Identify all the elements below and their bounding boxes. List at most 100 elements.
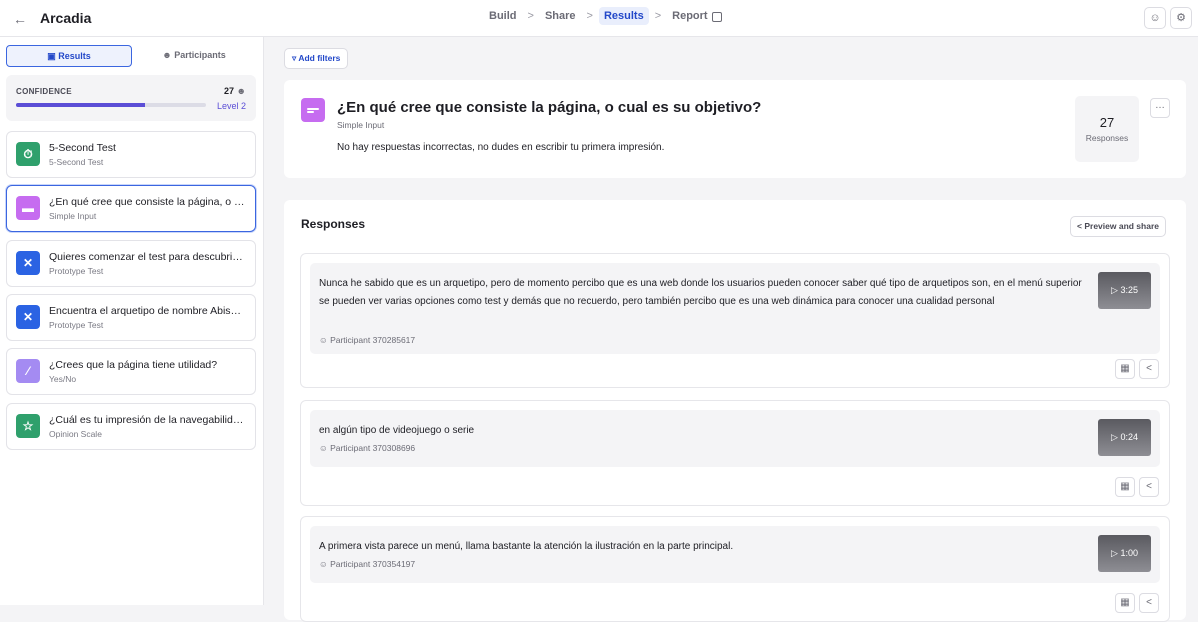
sidebar-item-subtitle: Opinion Scale — [49, 429, 102, 439]
top-bar: ← Arcadia Build > Share > Results > Repo… — [0, 0, 1198, 37]
tab-participants[interactable]: ☻ Participants — [132, 45, 256, 67]
sidebar-item-title: ¿Cuál es tu impresión de la navegabilida… — [49, 414, 245, 426]
more-options-icon[interactable]: … — [1150, 98, 1170, 118]
sidebar-item-yes-no[interactable]: ⁄ ¿Crees que la página tiene utilidad? Y… — [6, 348, 256, 395]
recording-duration: 3:25 — [1120, 285, 1138, 295]
sidebar-item-subtitle: 5-Second Test — [49, 157, 104, 167]
response-body: Nunca he sabido que es un arquetipo, per… — [310, 263, 1160, 354]
participants-icon: ☻ — [236, 86, 246, 96]
prototype-icon: ✕ — [16, 305, 40, 329]
response-text: Nunca he sabido que es un arquetipo, per… — [319, 278, 1082, 307]
play-icon: ▷ — [1111, 285, 1118, 295]
recording-thumbnail[interactable]: ▷ 3:25 — [1098, 272, 1151, 309]
sidebar-item-simple-input[interactable]: ▬ ¿En qué cree que consiste la página, o… — [6, 185, 256, 232]
results-icon: ▣ — [47, 51, 56, 61]
response-participant: ☺ Participant 370354197 — [319, 559, 415, 569]
response-participant: ☺ Participant 370285617 — [319, 335, 415, 345]
recording-thumbnail[interactable]: ▷ 1:00 — [1098, 535, 1151, 572]
recording-thumbnail[interactable]: ▷ 0:24 — [1098, 419, 1151, 456]
tab-participants-label: Participants — [174, 50, 226, 60]
sidebar-item-title: ¿En qué cree que consiste la página, o c… — [49, 196, 245, 208]
sidebar-item-subtitle: Yes/No — [49, 374, 77, 384]
sidebar-item-subtitle: Prototype Test — [49, 320, 104, 330]
tab-results[interactable]: ▣ Results — [6, 45, 132, 67]
participants-icon: ☻ — [162, 50, 172, 60]
sidebar-item-title: ¿Crees que la página tiene utilidad? — [49, 359, 218, 371]
confidence-count-value: 27 — [223, 86, 234, 96]
nav-results[interactable]: Results — [598, 7, 649, 25]
question-description: No hay respuestas incorrectas, no dudes … — [337, 142, 665, 153]
participant-id: Participant 370308696 — [330, 443, 416, 453]
sidebar-item-subtitle: Simple Input — [49, 211, 97, 221]
nav-share[interactable]: Share — [545, 10, 576, 22]
sidebar-item-opinion-scale[interactable]: ☆ ¿Cuál es tu impresión de la navegabili… — [6, 403, 256, 450]
question-type: Simple Input — [337, 120, 385, 130]
response-body: A primera vista parece un menú, llama ba… — [310, 526, 1160, 583]
user-icon: ☺ — [319, 559, 328, 569]
highlight-icon[interactable]: ▦ — [1115, 477, 1135, 497]
question-title: ¿En qué cree que consiste la página, o c… — [337, 99, 762, 116]
share-icon[interactable]: < — [1139, 359, 1159, 379]
prototype-icon: ✕ — [16, 251, 40, 275]
star-icon: ☆ — [16, 414, 40, 438]
user-icon[interactable]: ☺ — [1144, 7, 1166, 29]
sidebar-item-title: 5-Second Test — [49, 142, 116, 154]
question-card: ¿En qué cree que consiste la página, o c… — [284, 80, 1186, 178]
breadcrumb-nav: Build > Share > Results > Report — [489, 7, 722, 25]
chevron-right-icon: > — [527, 10, 534, 22]
arrow-left-icon[interactable]: ← — [11, 10, 29, 28]
responses-card: Responses < Preview and share Nunca he s… — [284, 200, 1186, 622]
timer-icon: ⏱ — [16, 142, 40, 166]
add-filters-label: Add filters — [298, 53, 341, 63]
participant-id: Participant 370285617 — [330, 335, 416, 345]
response-participant: ☺ Participant 370308696 — [319, 443, 415, 453]
sidebar-item-prototype-test-2[interactable]: ✕ Encuentra el arquetipo de nombre Abism… — [6, 294, 256, 341]
filter-icon: ▿ — [292, 53, 297, 63]
sidebar-item-title: Encuentra el arquetipo de nombre Abismo — [49, 305, 245, 317]
confidence-progress-fill — [16, 103, 146, 107]
response-item: A primera vista parece un menú, llama ba… — [300, 516, 1170, 622]
chevron-right-icon: > — [586, 10, 593, 22]
sidebar-item-title: Quieres comenzar el test para descubrir … — [49, 251, 245, 263]
sidebar-item-subtitle: Prototype Test — [49, 266, 104, 276]
responses-title: Responses — [301, 217, 366, 231]
preview-share-label: Preview and share — [1084, 221, 1159, 231]
response-text: en algún tipo de videojuego o serie — [319, 425, 475, 436]
confidence-count: 27 ☻ — [224, 86, 246, 96]
gear-icon[interactable]: ⚙ — [1170, 7, 1192, 29]
add-filters-button[interactable]: ▿ Add filters — [284, 48, 349, 69]
response-item: Nunca he sabido que es un arquetipo, per… — [300, 253, 1170, 388]
sidebar-item-5-second-test[interactable]: ⏱ 5-Second Test 5-Second Test — [6, 131, 256, 178]
highlight-icon[interactable]: ▦ — [1115, 359, 1135, 379]
response-body: en algún tipo de videojuego o serie ☺ Pa… — [310, 410, 1160, 467]
preview-share-button[interactable]: < Preview and share — [1070, 216, 1166, 237]
user-icon: ☺ — [319, 335, 328, 345]
highlight-icon[interactable]: ▦ — [1115, 593, 1135, 613]
play-icon: ▷ — [1111, 548, 1118, 558]
nav-report[interactable]: Report — [672, 10, 707, 22]
confidence-panel: CONFIDENCE 27 ☻ Level 2 — [6, 75, 256, 121]
response-text: A primera vista parece un menú, llama ba… — [319, 541, 734, 552]
main-content: ▿ Add filters ¿En qué cree que consiste … — [264, 37, 1198, 622]
confidence-label: CONFIDENCE — [16, 87, 72, 96]
external-link-icon — [711, 12, 722, 22]
text-input-icon — [301, 98, 325, 122]
chevron-right-icon: > — [654, 10, 662, 22]
play-icon: ▷ — [1111, 432, 1118, 442]
responses-count-label: Responses — [1085, 133, 1129, 143]
sidebar-tabs: ▣ Results ☻ Participants — [6, 45, 256, 67]
share-icon[interactable]: < — [1139, 477, 1159, 497]
responses-count-box: 27 Responses — [1075, 96, 1139, 162]
response-item: en algún tipo de videojuego o serie ☺ Pa… — [300, 400, 1170, 506]
sidebar-item-prototype-test-1[interactable]: ✕ Quieres comenzar el test para descubri… — [6, 240, 256, 287]
user-icon: ☺ — [319, 443, 328, 453]
recording-duration: 1:00 — [1120, 548, 1138, 558]
participant-id: Participant 370354197 — [330, 559, 416, 569]
app-title: Arcadia — [40, 10, 92, 26]
share-icon[interactable]: < — [1139, 593, 1159, 613]
nav-build[interactable]: Build — [489, 10, 517, 22]
confidence-progress-bar — [16, 103, 206, 107]
sidebar: ▣ Results ☻ Participants CONFIDENCE 27 ☻… — [0, 37, 264, 605]
recording-duration: 0:24 — [1120, 432, 1138, 442]
responses-count: 27 — [1099, 115, 1115, 130]
